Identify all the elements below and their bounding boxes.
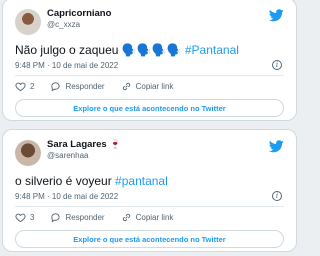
- link-icon: [122, 213, 130, 222]
- author-name[interactable]: Capricorniano: [47, 8, 111, 19]
- explore-button[interactable]: Explore o que está acontecendo no Twitte…: [15, 230, 284, 248]
- like-count: 2: [30, 82, 35, 91]
- reply-label: Responder: [65, 82, 105, 91]
- reply-icon: [51, 82, 61, 92]
- divider: [15, 75, 284, 76]
- twitter-bird-icon[interactable]: [269, 140, 284, 153]
- tweet-card: Sara Lagares 🍷 @sarenhaa o silverio é vo…: [2, 129, 297, 252]
- copy-link-label: Copiar link: [135, 82, 174, 91]
- divider: [15, 206, 284, 207]
- author-handle[interactable]: @c_xxza: [47, 20, 80, 29]
- author-name[interactable]: Sara Lagares: [47, 139, 107, 150]
- copy-link-button[interactable]: Copiar link: [121, 81, 174, 92]
- like-button[interactable]: 2: [15, 81, 34, 92]
- heart-icon: [15, 82, 26, 92]
- copy-link-button[interactable]: Copiar link: [121, 212, 174, 223]
- tweet-timestamp[interactable]: 9:48 PM · 10 de mai de 2022: [15, 192, 118, 201]
- explore-button[interactable]: Explore o que está acontecendo no Twitte…: [15, 99, 284, 117]
- tweet-card: Capricorniano @c_xxza Não julgo o zaqueu…: [2, 0, 297, 121]
- tweet-text: o silverio é voyeur #pantanal: [15, 174, 168, 188]
- tweet-text-body: Não julgo o zaqueu 🗣️🗣️🗣️🗣️: [15, 43, 185, 57]
- info-icon[interactable]: i: [272, 191, 282, 201]
- name-emoji: 🍷: [109, 139, 121, 149]
- reply-icon: [51, 213, 61, 223]
- avatar[interactable]: [15, 9, 41, 35]
- link-icon: [122, 82, 130, 91]
- reply-label: Responder: [65, 213, 105, 222]
- author-handle[interactable]: @sarenhaa: [47, 151, 88, 160]
- hashtag-link[interactable]: #pantanal: [115, 174, 168, 188]
- avatar[interactable]: [15, 140, 41, 166]
- reply-button[interactable]: Responder: [50, 81, 105, 92]
- hashtag-link[interactable]: #Pantanal: [185, 43, 239, 57]
- action-bar: 3 Responder Copiar link: [15, 212, 189, 223]
- like-button[interactable]: 3: [15, 212, 34, 223]
- action-bar: 2 Responder Copiar link: [15, 81, 189, 92]
- heart-icon: [15, 213, 26, 223]
- twitter-bird-icon[interactable]: [269, 9, 284, 22]
- tweet-timestamp[interactable]: 9:48 PM · 10 de mai de 2022: [15, 61, 118, 70]
- author-row: Capricorniano: [47, 8, 111, 19]
- copy-link-label: Copiar link: [135, 213, 174, 222]
- tweet-text: Não julgo o zaqueu 🗣️🗣️🗣️🗣️ #Pantanal: [15, 43, 239, 57]
- reply-button[interactable]: Responder: [50, 212, 105, 223]
- author-row: Sara Lagares 🍷: [47, 139, 121, 150]
- tweet-text-body: o silverio é voyeur: [15, 174, 116, 188]
- info-icon[interactable]: i: [272, 60, 282, 70]
- like-count: 3: [30, 213, 35, 222]
